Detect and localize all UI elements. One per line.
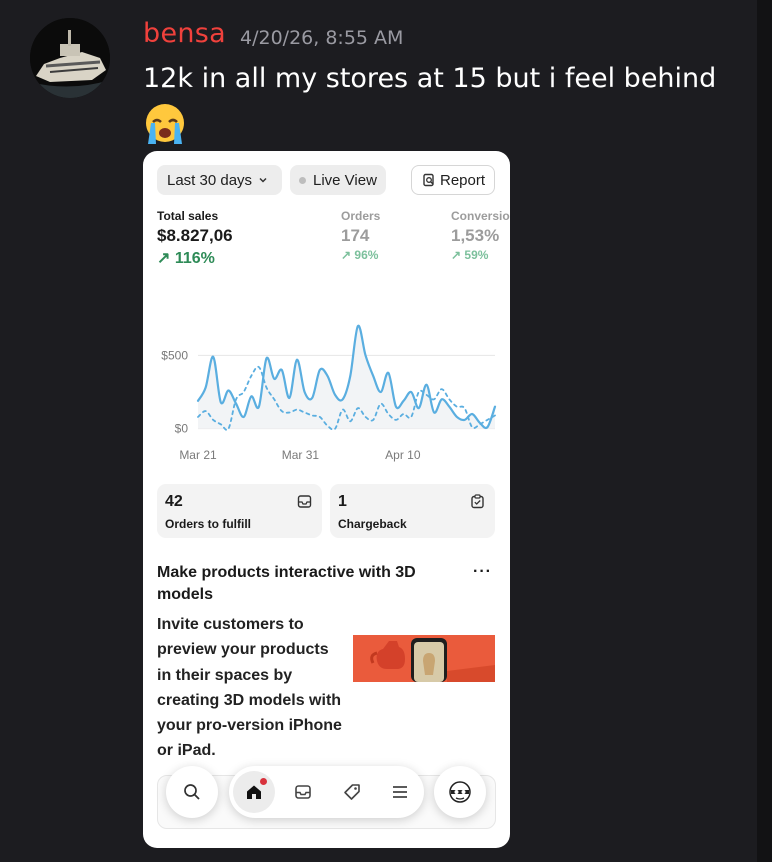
y-tick-label: $0 [175,422,189,436]
chargeback-card[interactable]: 1 Chargeback [330,484,495,538]
card-count: 42 [165,493,183,510]
live-indicator-icon [299,176,306,184]
metric-label: Total sales [157,209,219,223]
metric-value: 1,53% [451,226,500,245]
loudly-crying-face-icon [143,102,187,146]
metric-value: 174 [341,226,370,245]
promo-body: Invite customers to preview your product… [157,616,342,760]
bottom-nav [229,766,424,818]
message-text: 12k in all my stores at 15 but i feel be… [143,63,717,94]
x-tick-label: Mar 31 [282,448,320,462]
y-tick-label: $500 [161,348,188,362]
nav-menu-button[interactable] [380,766,420,818]
metric-value: $8.827,06 [157,226,233,245]
notification-badge [260,778,267,785]
nav-products-button[interactable] [332,766,372,818]
chevron-down-icon [259,177,267,183]
metric-label: Orders [341,209,381,223]
tag-icon [344,784,360,800]
promo-title: Make products interactive with 3D models [157,564,416,603]
report-label: Report [440,171,486,189]
x-tick-label: Mar 21 [179,448,217,462]
metric-label: Conversio [451,209,510,223]
card-label: Chargeback [338,517,407,531]
live-view-label: Live View [313,171,377,189]
orders-to-fulfill-card[interactable]: 42 Orders to fulfill [157,484,322,538]
app-avatar-icon [449,781,471,803]
author-name[interactable]: bensa [143,18,226,49]
metric-change: 116% [174,250,215,267]
report-icon [423,173,434,187]
nav-search-button[interactable] [166,766,218,818]
date-range-label: Last 30 days [167,171,253,189]
metric-total-sales[interactable]: Total sales $8.827,06 ↗ 116% [157,209,233,268]
sales-line-chart: $500 $0 Mar 21 Mar 31 Apr 10 [161,324,497,462]
arrow-up-right-icon: ↗ [451,248,462,262]
nav-orders-button[interactable] [283,766,323,818]
date-range-dropdown[interactable]: Last 30 days [157,165,282,195]
metric-conversion[interactable]: Conversio 1,53% ↗ 59% [451,209,510,262]
menu-icon [393,786,407,798]
promo-image [353,635,495,682]
avatar[interactable] [30,18,110,98]
live-view-button[interactable]: Live View [290,165,386,195]
search-icon [184,784,200,800]
nav-store-button[interactable] [434,766,486,818]
metric-change: 59% [464,248,489,262]
message-timestamp: 4/20/26, 8:55 AM [240,27,404,49]
inbox-icon [297,495,312,508]
arrow-up-right-icon: ↗ [341,248,352,262]
home-icon [247,785,261,799]
report-button[interactable]: Report [411,165,495,195]
scrollbar-track[interactable] [757,0,772,862]
x-tick-label: Apr 10 [385,448,421,462]
metric-orders[interactable]: Orders 174 ↗ 96% [341,209,380,262]
clipboard-check-icon [471,494,484,509]
metric-change: 96% [354,248,379,262]
series-area [198,325,495,429]
more-options-icon[interactable]: ··· [473,563,492,581]
dashboard-screenshot: Last 30 days Live View Report Total sale… [143,151,510,848]
inbox-icon [295,785,311,799]
card-label: Orders to fulfill [165,517,252,531]
nav-home-button[interactable] [233,771,275,813]
card-count: 1 [338,493,347,510]
arrow-up-right-icon: ↗ [157,250,171,267]
